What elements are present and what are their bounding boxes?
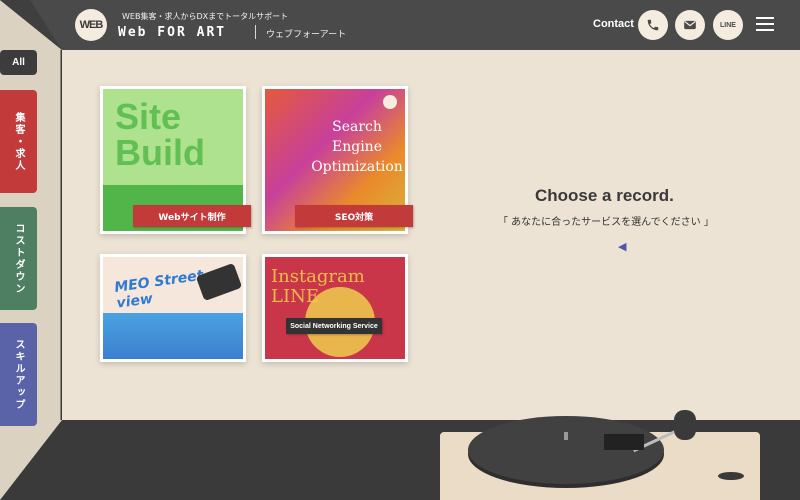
contact-label[interactable]: Contact <box>593 18 634 30</box>
site-logo[interactable]: WEB <box>75 9 107 41</box>
record-label-sns[interactable]: Social Networking Service <box>286 318 382 334</box>
prompt-subtitle: 「 あなたに合ったサービスを選んでください 」 <box>498 217 714 228</box>
line-icon: LINE <box>720 21 736 29</box>
phone-icon <box>647 19 659 31</box>
tonearm-cartridge <box>604 434 644 450</box>
record-art-title: Site Build <box>115 96 205 173</box>
turntable-spindle <box>564 432 568 440</box>
tab-all[interactable]: All <box>0 50 37 75</box>
tab-marketing-recruit[interactable]: 集客・求人 <box>0 90 37 193</box>
record-label-web-site[interactable]: Webサイト制作 <box>133 205 251 227</box>
brand-divider <box>255 25 256 39</box>
tab-skill-up[interactable]: スキルアップ <box>0 323 37 426</box>
mail-button[interactable] <box>675 10 705 40</box>
site-header: WEB WEB集客・求人からDXまでトータルサポート Web FOR ART ウ… <box>0 0 800 50</box>
record-art-title: Instagram LINE <box>271 266 365 307</box>
menu-bar <box>756 17 774 19</box>
turntable-knob <box>718 472 744 480</box>
phone-button[interactable] <box>638 10 668 40</box>
prompt-title: Choose a record. <box>535 186 674 205</box>
line-button[interactable]: LINE <box>713 10 743 40</box>
tonearm-base <box>674 410 696 440</box>
menu-bar <box>756 23 774 25</box>
brand-name-kana: ウェブフォーアート <box>266 30 347 40</box>
record-art-title: Search Engine Optimization <box>311 119 403 175</box>
menu-icon[interactable] <box>756 17 774 31</box>
site-tagline: WEB集客・求人からDXまでトータルサポート <box>122 12 289 21</box>
tab-cost-down[interactable]: コストダウン <box>0 207 37 310</box>
record-card-meo[interactable]: MEO Street view <box>100 254 246 362</box>
pointer-arrow-icon: ◀ <box>618 240 627 253</box>
menu-bar <box>756 29 774 31</box>
logo-badge-icon <box>383 95 397 109</box>
record-card-sns[interactable]: Instagram LINE <box>262 254 408 362</box>
mail-icon <box>684 20 696 30</box>
record-label-seo[interactable]: SEO対策 <box>295 205 413 227</box>
brand-name[interactable]: Web FOR ART <box>118 25 226 40</box>
